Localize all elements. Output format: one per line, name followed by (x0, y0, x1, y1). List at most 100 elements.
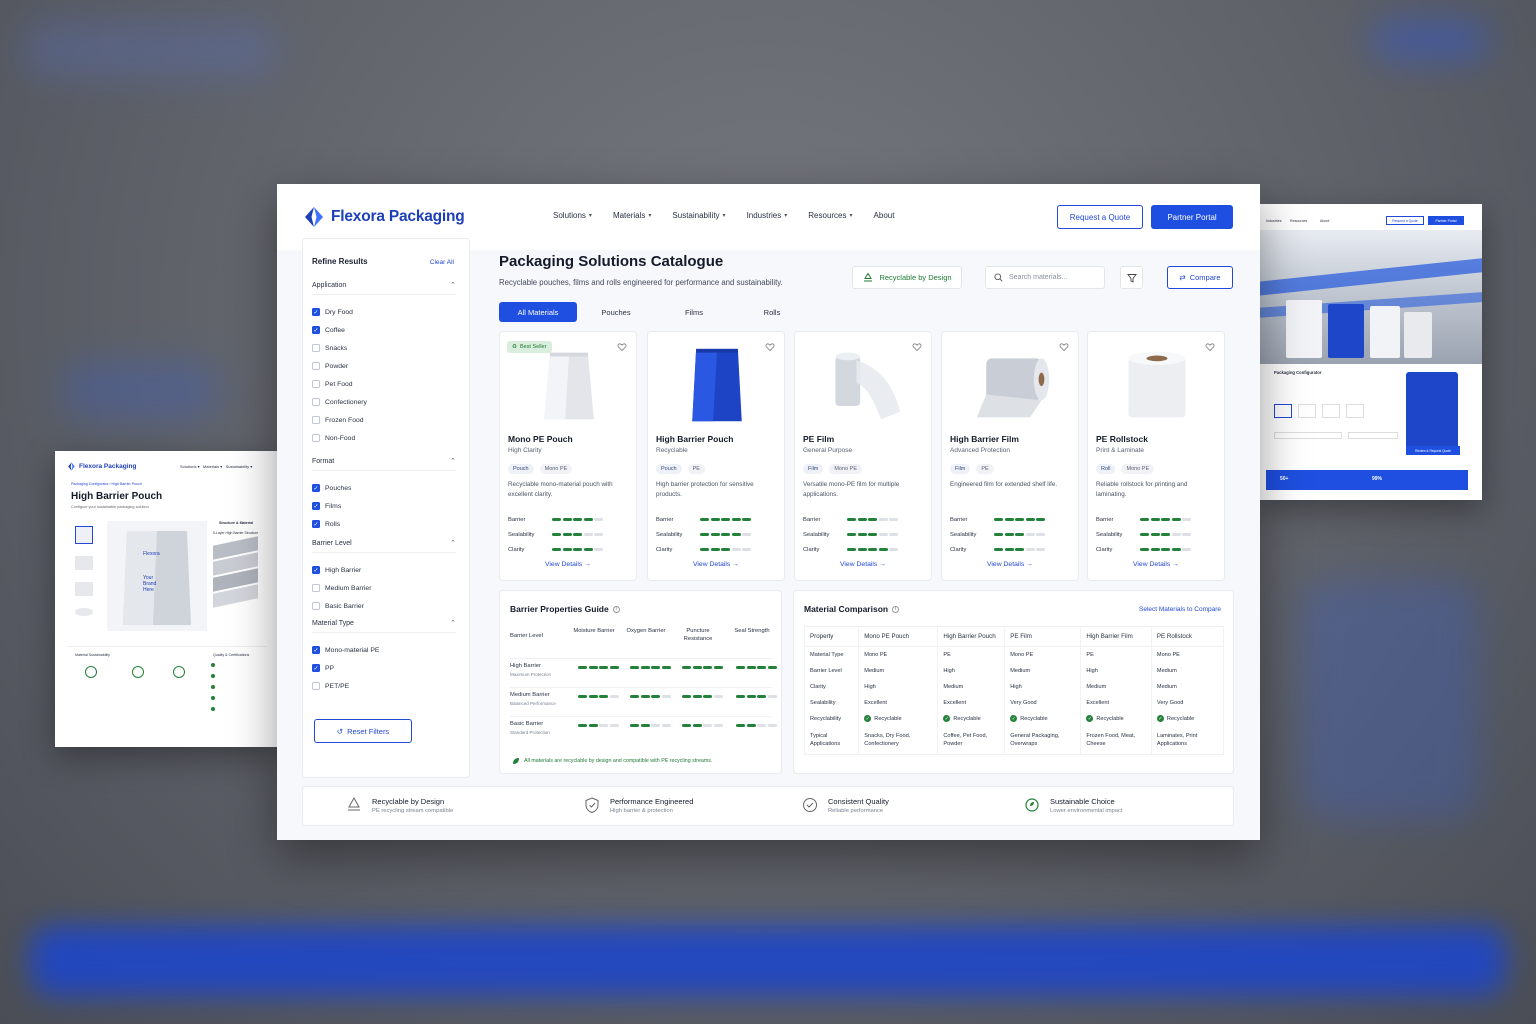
filter-group-header[interactable]: Barrier Level ⌃ (312, 539, 456, 553)
info-icon[interactable]: i (612, 605, 620, 613)
filter-option[interactable]: Confectionery (312, 393, 456, 411)
product-name[interactable]: PE Film (803, 434, 834, 444)
mini-quote-button[interactable]: Request a Quote (1386, 216, 1424, 225)
chevron-up-icon[interactable]: ⌃ (450, 619, 456, 627)
heart-icon[interactable] (617, 342, 627, 352)
checkbox[interactable] (312, 344, 320, 352)
checkbox[interactable]: ✓ (312, 308, 320, 316)
filter-option[interactable]: ✓ PP (312, 659, 456, 677)
filter-button[interactable] (1120, 266, 1143, 289)
product-name[interactable]: PE Rollstock (1096, 434, 1148, 444)
view-details-link[interactable]: View Details → (500, 561, 636, 568)
filter-option[interactable]: Pet Food (312, 375, 456, 393)
product-card[interactable]: PE Film General Purpose Film Mono PE Versati… (794, 331, 932, 581)
mini-nav[interactable]: Solutions ▾ Materials ▾ Sustainability ▾ (180, 464, 252, 469)
checkbox[interactable] (312, 362, 320, 370)
checkbox[interactable] (312, 380, 320, 388)
select-materials-link[interactable]: Select Materials to Compare (1139, 606, 1221, 613)
product-card[interactable]: PE Rollstock Print & Laminate Roll Mono PE R… (1087, 331, 1225, 581)
view-details-link[interactable]: View Details → (942, 561, 1078, 568)
heart-icon[interactable] (1059, 342, 1069, 352)
partner-portal-button[interactable]: Partner Portal (1151, 205, 1233, 229)
product-image[interactable] (1113, 345, 1201, 425)
checkbox[interactable] (312, 584, 320, 592)
checkbox[interactable] (312, 416, 320, 424)
filter-option[interactable]: ✓ Films (312, 497, 456, 515)
heart-icon[interactable] (765, 342, 775, 352)
filter-option[interactable]: Frozen Food (312, 411, 456, 429)
thumbnail[interactable] (75, 526, 93, 544)
mini-partner-button[interactable]: Partner Portal (1428, 216, 1464, 225)
filter-option[interactable]: Medium Barrier (312, 579, 456, 597)
compare-button[interactable]: ⇄ Compare (1167, 266, 1233, 289)
request-quote-button[interactable]: Request a Quote (1057, 205, 1143, 229)
filter-group-header[interactable]: Material Type ⌃ (312, 619, 456, 633)
filter-option[interactable]: ✓ High Barrier (312, 561, 456, 579)
checkbox[interactable]: ✓ (312, 646, 320, 654)
brand-logo[interactable]: Flexora Packaging (303, 206, 465, 228)
checkbox[interactable]: ✓ (312, 520, 320, 528)
thickness-select[interactable] (1348, 432, 1398, 439)
product-card[interactable]: High Barrier Film Advanced Protection Film… (941, 331, 1079, 581)
product-name[interactable]: High Barrier Film (950, 434, 1019, 444)
filter-option[interactable]: Basic Barrier (312, 597, 456, 615)
thumbnail[interactable] (75, 556, 93, 570)
clear-all-link[interactable]: Clear All (430, 259, 454, 266)
filter-group-header[interactable]: Format ⌃ (312, 457, 456, 471)
view-details-link[interactable]: View Details → (795, 561, 931, 568)
view-details-link[interactable]: View Details → (1088, 561, 1224, 568)
tab-pouches[interactable]: Pouches (577, 302, 655, 322)
material-select[interactable] (1274, 432, 1342, 439)
nav-solutions[interactable]: Solutions ▾ (553, 211, 592, 220)
thumbnail[interactable] (75, 582, 93, 596)
breadcrumb[interactable]: Packaging Configurator / High Barrier Po… (71, 482, 142, 486)
filter-option[interactable]: PET/PE (312, 677, 456, 695)
filter-option[interactable]: ✓ Mono-material PE (312, 641, 456, 659)
nav-about[interactable]: About (874, 211, 895, 220)
product-card[interactable]: ♻ Best Seller Mono PE Pouch High Clarity Pou… (499, 331, 637, 581)
tab-all-materials[interactable]: All Materials (499, 302, 577, 322)
checkbox[interactable]: ✓ (312, 664, 320, 672)
mini-nav-industries[interactable]: Industries (1266, 219, 1282, 223)
product-card[interactable]: High Barrier Pouch Recyclable Pouch PE High … (647, 331, 785, 581)
filter-option[interactable]: Snacks (312, 339, 456, 357)
nav-resources[interactable]: Resources ▾ (808, 211, 852, 220)
filter-option[interactable]: Non-Food (312, 429, 456, 447)
checkbox[interactable]: ✓ (312, 484, 320, 492)
filter-option[interactable]: ✓ Rolls (312, 515, 456, 533)
checkbox[interactable]: ✓ (312, 326, 320, 334)
chevron-up-icon[interactable]: ⌃ (450, 281, 456, 289)
checkbox[interactable]: ✓ (312, 566, 320, 574)
search-input[interactable]: Search materials... (985, 266, 1105, 289)
chevron-up-icon[interactable]: ⌃ (450, 457, 456, 465)
mini-nav-resources[interactable]: Resources (1290, 219, 1307, 223)
thumbnail[interactable] (75, 608, 93, 616)
filter-option[interactable]: ✓ Coffee (312, 321, 456, 339)
product-image[interactable] (525, 345, 613, 425)
checkbox[interactable]: ✓ (312, 502, 320, 510)
reset-filters-button[interactable]: ↺ Reset Filters (314, 719, 412, 743)
product-name[interactable]: High Barrier Pouch (656, 434, 733, 444)
product-image[interactable] (967, 345, 1055, 425)
view-details-link[interactable]: View Details → (648, 561, 784, 568)
checkbox[interactable] (312, 398, 320, 406)
filter-option[interactable]: ✓ Pouches (312, 479, 456, 497)
product-image[interactable] (673, 345, 761, 425)
checkbox[interactable] (312, 434, 320, 442)
tab-films[interactable]: Films (655, 302, 733, 322)
info-icon[interactable]: i (892, 605, 900, 613)
checkbox[interactable] (312, 682, 320, 690)
nav-sustainability[interactable]: Sustainability ▾ (672, 211, 725, 220)
nav-industries[interactable]: Industries ▾ (747, 211, 788, 220)
tab-rolls[interactable]: Rolls (733, 302, 811, 322)
checkbox[interactable] (312, 602, 320, 610)
filter-option[interactable]: ✓ Dry Food (312, 303, 456, 321)
product-name[interactable]: Mono PE Pouch (508, 434, 573, 444)
filter-option[interactable]: Powder (312, 357, 456, 375)
heart-icon[interactable] (912, 342, 922, 352)
heart-icon[interactable] (1205, 342, 1215, 352)
review-quote-button[interactable]: Review & Request Quote (1406, 446, 1460, 455)
product-image[interactable] (820, 345, 908, 425)
chevron-up-icon[interactable]: ⌃ (450, 539, 456, 547)
nav-materials[interactable]: Materials ▾ (613, 211, 651, 220)
